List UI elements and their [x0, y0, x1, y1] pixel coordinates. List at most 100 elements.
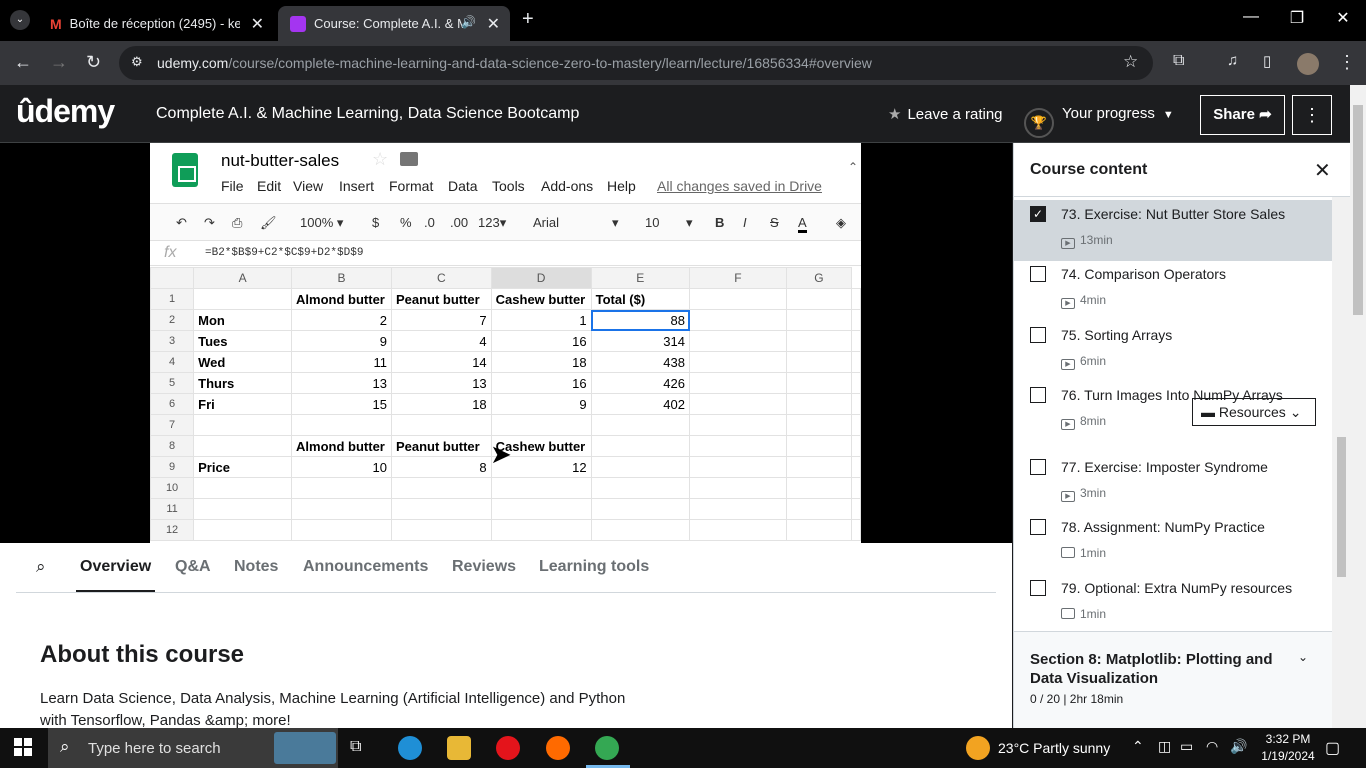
sidebar-scrollbar[interactable]	[1332, 197, 1351, 728]
browser-tab-gmail[interactable]: M Boîte de réception (2495) - kev ✕	[38, 6, 274, 41]
tab-notes[interactable]: Notes	[234, 558, 278, 576]
your-progress-button[interactable]: 🏆Your progress ▼	[1024, 105, 1174, 138]
size-chevron-icon: ▾	[686, 215, 693, 230]
duration-text: 13min	[1080, 233, 1113, 247]
sheet-cell	[590, 435, 691, 457]
chrome-menu-icon[interactable]: ⋮	[1338, 52, 1356, 73]
sheet-row: 11	[150, 498, 861, 520]
more-options-button[interactable]: ⋮	[1292, 95, 1332, 135]
menu-addons: Add-ons	[541, 178, 594, 194]
section-meta: 0 / 20 | 2hr 18min	[1030, 692, 1124, 706]
lecture-checkbox[interactable]	[1030, 387, 1046, 403]
media-control-icon[interactable]: ♫	[1227, 52, 1238, 69]
windows-start-icon[interactable]	[14, 738, 32, 756]
lecture-item[interactable]: 78. Assignment: NumPy Practice 1min	[1014, 513, 1332, 574]
lecture-item[interactable]: 74. Comparison Operators ▶ 4min	[1014, 260, 1332, 321]
sheet-cell	[689, 372, 787, 394]
speaker-icon[interactable]: 🔊	[461, 15, 476, 29]
minimize-icon[interactable]: —	[1228, 8, 1274, 26]
corner-cell	[150, 267, 195, 289]
sheet-cell	[851, 330, 861, 352]
lecture-video-player[interactable]: nut-butter-sales ☆ ⌃ File Edit View Inse…	[0, 143, 1012, 543]
document-icon	[1061, 547, 1075, 558]
lecture-checkbox[interactable]: ✓	[1030, 206, 1046, 222]
browser-tab-udemy[interactable]: Course: Complete A.I. & Ma 🔊 ✕	[278, 6, 510, 41]
lecture-item[interactable]: ✓ 73. Exercise: Nut Butter Store Sales ▶ 13…	[1014, 200, 1332, 261]
lecture-checkbox[interactable]	[1030, 327, 1046, 343]
search-placeholder: Type here to search	[88, 740, 221, 757]
sheet-cell	[851, 435, 861, 457]
lecture-checkbox[interactable]	[1030, 459, 1046, 475]
menu-file: File	[221, 178, 244, 194]
lecture-item[interactable]: 75. Sorting Arrays ▶ 6min	[1014, 321, 1332, 382]
chrome-icon[interactable]	[595, 736, 619, 760]
udemy-logo[interactable]: ûdemy	[16, 93, 115, 130]
lecture-item[interactable]: 79. Optional: Extra NumPy resources 1min	[1014, 574, 1332, 635]
scrollbar-thumb[interactable]	[1337, 437, 1346, 577]
reload-icon[interactable]: ↻	[86, 52, 101, 73]
lecture-checkbox[interactable]	[1030, 580, 1046, 596]
lecture-checkbox[interactable]	[1030, 266, 1046, 282]
weather-text[interactable]: 23°C Partly sunny	[998, 740, 1110, 756]
close-tab-icon[interactable]: ✕	[487, 14, 500, 34]
sheet-cell	[390, 414, 492, 436]
restore-icon[interactable]: ❐	[1274, 8, 1320, 28]
sheet-cell: Almond butter	[291, 288, 392, 310]
course-header: ûdemy Complete A.I. & Machine Learning, …	[0, 85, 1350, 143]
site-info-icon[interactable]: ⚙	[131, 54, 143, 70]
lecture-item[interactable]: 76. Turn Images Into NumPy Arrays ▶ 8min ▬ …	[1014, 381, 1332, 442]
percent-format: %	[400, 215, 412, 230]
wifi-icon[interactable]: ◠	[1206, 738, 1218, 755]
sheet-cell: 9	[490, 393, 592, 415]
side-panel-icon[interactable]: ▯	[1263, 52, 1271, 70]
bookmark-star-icon[interactable]: ☆	[1123, 52, 1138, 72]
sheet-row: 10	[150, 477, 861, 499]
share-button[interactable]: Share ➦	[1200, 95, 1285, 135]
close-tab-icon[interactable]: ✕	[251, 14, 264, 34]
task-view-icon[interactable]: ⧉	[350, 738, 361, 756]
sheet-cell: Wed	[193, 351, 293, 373]
tab-qa[interactable]: Q&A	[175, 558, 211, 576]
sheet-cell	[689, 330, 787, 352]
address-bar[interactable]: ⚙ udemy.com/course/complete-machine-lear…	[119, 46, 1153, 80]
profile-avatar[interactable]	[1297, 53, 1319, 75]
battery-icon[interactable]: ▭	[1180, 738, 1193, 755]
close-window-icon[interactable]: ✕	[1320, 8, 1366, 28]
back-icon[interactable]: ←	[14, 52, 32, 73]
edge-icon[interactable]	[398, 736, 422, 760]
file-explorer-icon[interactable]	[447, 736, 471, 760]
weather-icon[interactable]	[966, 736, 990, 760]
volume-icon[interactable]: 🔊	[1230, 738, 1247, 755]
taskbar-clock[interactable]: 3:32 PM 1/19/2024	[1256, 731, 1320, 765]
tab-search-button[interactable]: ⌄	[10, 10, 30, 30]
new-tab-button[interactable]: +	[522, 8, 534, 31]
lecture-checkbox[interactable]	[1030, 519, 1046, 535]
resources-dropdown[interactable]: ▬ Resources ⌄	[1192, 398, 1316, 426]
section-header[interactable]: Section 8: Matplotlib: Plotting and Data…	[1014, 631, 1332, 728]
course-info-panel: ⌕ Overview Q&A Notes Announcements Revie…	[0, 543, 1012, 729]
decrease-decimal: .0	[424, 215, 435, 230]
taskbar-search-box[interactable]: ⌕ Type here to search	[48, 728, 338, 768]
course-title[interactable]: Complete A.I. & Machine Learning, Data S…	[156, 105, 579, 123]
notification-icon[interactable]: ▢	[1325, 738, 1340, 758]
scrollbar-thumb[interactable]	[1353, 105, 1363, 315]
close-icon[interactable]: ✕	[1314, 158, 1331, 183]
soundcloud-icon[interactable]	[546, 736, 570, 760]
chevron-up-icon[interactable]: ⌃	[1132, 738, 1144, 755]
tab-overview[interactable]: Overview	[80, 558, 151, 576]
search-icon[interactable]: ⌕	[36, 557, 46, 577]
leave-rating-button[interactable]: ★ Leave a rating	[888, 105, 1003, 123]
extensions-icon[interactable]: ⧉	[1173, 52, 1184, 70]
clock-time: 3:32 PM	[1265, 732, 1311, 746]
sheet-cell	[689, 456, 787, 478]
tab-learning-tools[interactable]: Learning tools	[539, 558, 649, 576]
tab-announcements[interactable]: Announcements	[303, 558, 428, 576]
about-heading: About this course	[40, 641, 245, 668]
row-header: 10	[150, 477, 195, 499]
lecture-item[interactable]: 77. Exercise: Imposter Syndrome ▶ 3min	[1014, 453, 1332, 514]
forward-icon[interactable]: →	[50, 52, 68, 73]
tab-reviews[interactable]: Reviews	[452, 558, 516, 576]
opera-icon[interactable]	[496, 736, 520, 760]
page-scrollbar[interactable]	[1350, 85, 1366, 728]
sheet-cell	[689, 351, 787, 373]
